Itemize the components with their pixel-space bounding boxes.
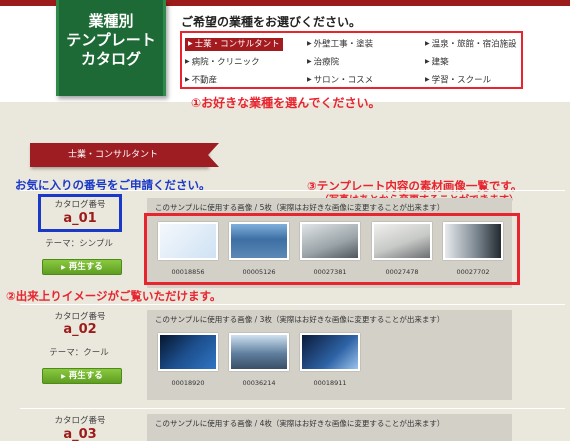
material-image-thumb[interactable] (229, 222, 289, 260)
catalog-number: a_03 (63, 427, 97, 441)
category-label: 不動産 (191, 75, 218, 86)
triangle-icon: ▶ (425, 76, 430, 83)
logo-line-3: カタログ (80, 50, 141, 68)
image-panel-title: このサンプルに使用する画像 / 3枚（実際はお好きな画像に変更することが出来ます… (155, 315, 445, 324)
image-code: 00018856 (171, 268, 205, 276)
annotation-1: ①お好きな業種を選んでください。 (191, 96, 381, 110)
triangle-icon: ▶ (425, 40, 430, 47)
row-separator (20, 190, 565, 191)
image-code: 00005126 (242, 268, 276, 276)
triangle-icon: ▶ (188, 40, 193, 47)
template-theme: テーマ：クール (49, 348, 109, 358)
triangle-icon: ▶ (425, 58, 430, 65)
category-label: サロン・コスメ (313, 75, 374, 86)
category-item-fudosan[interactable]: ▶ 不動産 (185, 74, 217, 87)
play-label: 再生する (68, 262, 103, 272)
play-button[interactable]: ▶ 再生する (42, 259, 122, 275)
category-item-exterior[interactable]: ▶ 外壁工事・塗装 (307, 38, 373, 51)
catalog-number: a_02 (63, 322, 97, 337)
catalog-number-label: カタログ番号 (54, 312, 106, 322)
image-panel-title: このサンプルに使用する画像 / 4枚（実際はお好きな画像に変更することが出来ます… (155, 419, 445, 428)
logo-line-2: テンプレート (66, 31, 156, 49)
category-item-kenchiku[interactable]: ▶ 建築 (425, 56, 449, 69)
logo-line-1: 業種別 (88, 12, 134, 30)
material-image-thumb[interactable] (300, 222, 360, 260)
triangle-icon: ▶ (307, 76, 312, 83)
image-code: 00027381 (313, 268, 347, 276)
image-code: 00018911 (313, 379, 347, 387)
catalog-logo: 業種別 テンプレート カタログ (56, 0, 166, 96)
triangle-icon: ▶ (185, 58, 190, 65)
triangle-icon: ▶ (307, 58, 312, 65)
triangle-icon: ▶ (185, 76, 190, 83)
play-icon: ▶ (61, 373, 66, 380)
row-separator (20, 304, 565, 305)
image-panel-title: このサンプルに使用する画像 / 5枚（実際はお好きな画像に変更することが出来ます… (155, 203, 445, 212)
material-image-thumb[interactable] (443, 222, 503, 260)
play-icon: ▶ (61, 264, 66, 271)
category-label: 士業・コンサルタント (194, 39, 280, 50)
catalog-number-highlight (38, 194, 122, 232)
category-label: 建築 (431, 57, 449, 68)
category-item-onsen[interactable]: ▶ 温泉・旅館・宿泊施設 (425, 38, 517, 51)
catalog-number-label: カタログ番号 (54, 416, 106, 426)
annotation-2: ②出来上りイメージがご覧いただけます。 (6, 289, 222, 303)
material-image-thumb[interactable] (229, 333, 289, 371)
play-label: 再生する (68, 371, 103, 381)
play-button[interactable]: ▶ 再生する (42, 368, 122, 384)
image-code: 00027702 (456, 268, 490, 276)
category-item-school[interactable]: ▶ 学習・スクール (425, 74, 491, 87)
material-image-thumb[interactable] (158, 222, 218, 260)
category-item-salon[interactable]: ▶ サロン・コスメ (307, 74, 373, 87)
category-label: 病院・クリニック (191, 57, 260, 68)
category-item-chiryoin[interactable]: ▶ 治療院 (307, 56, 339, 69)
triangle-icon: ▶ (307, 40, 312, 47)
image-code: 00027478 (385, 268, 419, 276)
category-select-title: ご希望の業種をお選びください。 (181, 15, 362, 29)
material-image-thumb[interactable] (158, 333, 218, 371)
category-label: 治療院 (313, 57, 340, 68)
category-label: 外壁工事・塗装 (313, 39, 374, 50)
material-image-thumb[interactable] (300, 333, 360, 371)
category-label: 学習・スクール (431, 75, 492, 86)
template-theme: テーマ：シンプル (45, 239, 113, 249)
category-item-consultant[interactable]: ▶ 士業・コンサルタント (185, 38, 283, 51)
material-image-thumb[interactable] (372, 222, 432, 260)
category-label: 温泉・旅館・宿泊施設 (431, 39, 517, 50)
row-separator (20, 408, 565, 409)
image-code: 00018920 (171, 379, 205, 387)
section-ribbon: 士業・コンサルタント (30, 143, 219, 167)
image-code: 00036214 (242, 379, 276, 387)
category-item-clinic[interactable]: ▶ 病院・クリニック (185, 56, 260, 69)
